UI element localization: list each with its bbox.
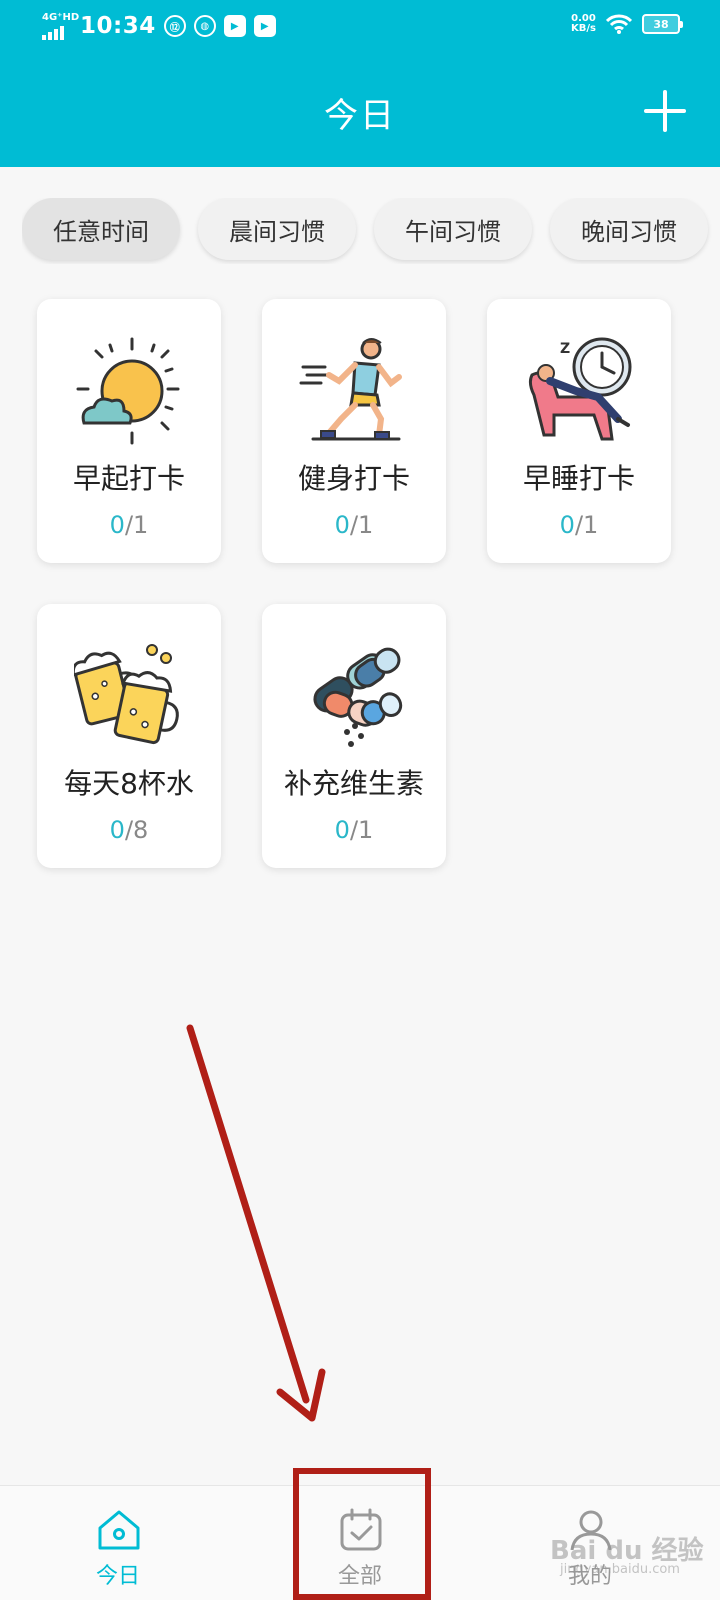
user-icon [570, 1510, 612, 1551]
habit-card-early-sleep[interactable]: Z 早睡打卡 0/1 [487, 299, 671, 563]
runner-icon [299, 338, 402, 441]
nav-all[interactable]: 全部 [280, 1486, 440, 1600]
filter-anytime[interactable]: 任意时间 [22, 198, 180, 260]
filter-morning[interactable]: 晨间习惯 [198, 198, 356, 260]
habit-name: 每天8杯水 [64, 767, 194, 800]
filter-evening[interactable]: 晚间习惯 [550, 198, 708, 260]
habit-name: 补充维生素 [283, 767, 424, 800]
habit-progress: 0/1 [334, 816, 374, 844]
nav-label: 今日 [95, 1564, 140, 1589]
status-bar: 4G⁺HD 10:34 ⑫ ◍ ▶ ▶ 0.00 KB/s 38 [0, 0, 720, 56]
habit-name: 健身打卡 [297, 462, 410, 495]
habit-name: 早睡打卡 [522, 462, 635, 495]
bottom-navigation: 今日 全部 我的 [0, 1485, 720, 1600]
filter-noon[interactable]: 午间习惯 [374, 198, 532, 260]
vitamin-pills-icon [313, 647, 403, 747]
habit-card-vitamins[interactable]: 补充维生素 0/1 [262, 604, 446, 868]
habit-progress: 0/1 [334, 511, 374, 539]
video-app-icon-2: ▶ [253, 15, 276, 37]
habit-card-fitness[interactable]: 健身打卡 0/1 [262, 299, 446, 563]
battery-icon: 38 [642, 14, 683, 34]
beer-mugs-icon [74, 644, 179, 745]
nav-label: 我的 [567, 1564, 612, 1589]
battery-level: 38 [653, 17, 669, 31]
nav-mine[interactable]: 我的 [510, 1486, 670, 1600]
notification-icon: ⑫ [163, 15, 186, 37]
page-title: 今日 [324, 96, 396, 136]
status-time: 10:34 [80, 13, 156, 39]
signal-icon: 4G⁺HD [42, 12, 79, 40]
habit-name: 早起打卡 [72, 462, 185, 495]
time-filter-tabs: 任意时间 晨间习惯 午间习惯 晚间习惯 [22, 198, 720, 264]
network-type: 4G⁺HD [42, 12, 80, 23]
leaf-notification-icon: ◍ [193, 15, 216, 37]
habit-card-water[interactable]: 每天8杯水 0/8 [37, 604, 221, 868]
sun-cloud-icon [76, 337, 180, 445]
habit-progress: 0/1 [109, 511, 149, 539]
nav-today[interactable]: 今日 [38, 1486, 198, 1600]
svg-text:Z: Z [560, 341, 570, 357]
sleep-clock-icon: Z [528, 337, 632, 441]
habit-card-early-rise[interactable]: 早起打卡 0/1 [37, 299, 221, 563]
habit-progress: 0/1 [559, 511, 599, 539]
app-header: 4G⁺HD 10:34 ⑫ ◍ ▶ ▶ 0.00 KB/s 38 今日 [0, 0, 720, 167]
add-habit-button[interactable] [644, 90, 686, 132]
wifi-icon [606, 14, 632, 34]
habit-progress: 0/8 [109, 816, 149, 844]
home-icon [98, 1510, 140, 1550]
network-speed: 0.00 KB/s [571, 13, 596, 34]
nav-label: 全部 [337, 1564, 382, 1589]
video-app-icon: ▶ [223, 15, 246, 37]
calendar-check-icon [340, 1508, 382, 1551]
